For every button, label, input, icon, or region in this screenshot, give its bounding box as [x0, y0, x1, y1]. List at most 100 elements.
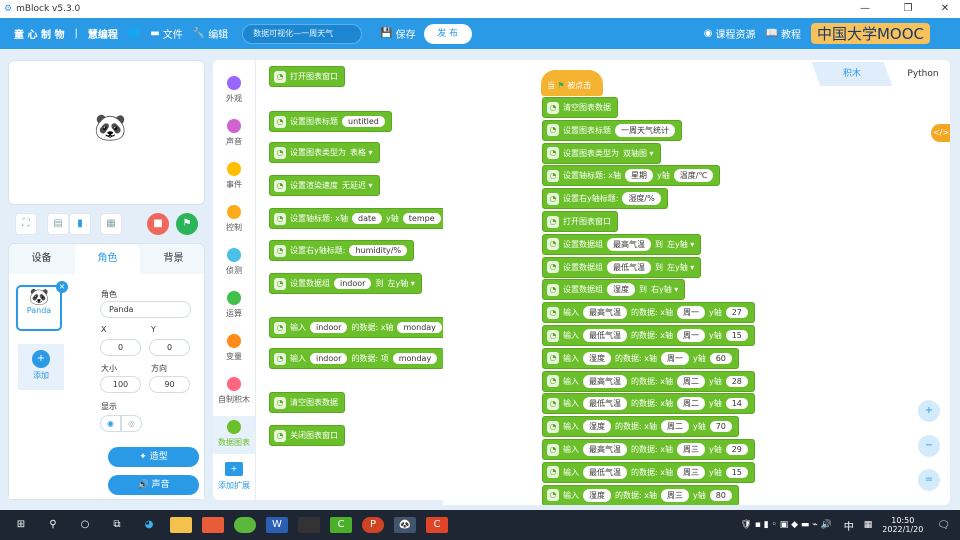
- block-input[interactable]: 湿度: [583, 420, 611, 434]
- block-input[interactable]: humidity/%: [349, 245, 408, 256]
- block-input[interactable]: 15: [725, 466, 748, 478]
- delete-sprite-icon[interactable]: ×: [56, 281, 68, 293]
- code-block[interactable]: ◔ 设置数据组 最低气温到左y轴 ▾: [542, 256, 702, 278]
- cortana-icon[interactable]: ○: [74, 517, 96, 533]
- code-block[interactable]: ◔ 设置数据组 indoor 到左y轴 ▾: [269, 273, 422, 294]
- grid-icon[interactable]: ▦: [100, 213, 122, 235]
- hide-eye-icon[interactable]: ◎: [121, 415, 142, 432]
- tab-devices[interactable]: 设备: [9, 244, 74, 274]
- block-input[interactable]: 70: [709, 421, 732, 433]
- zoom-reset-button[interactable]: =: [918, 469, 940, 491]
- block-dropdown[interactable]: 表格 ▾: [350, 147, 373, 158]
- block-dropdown[interactable]: 双轴图 ▾: [623, 148, 654, 159]
- add-sprite-button[interactable]: + 添加: [18, 344, 64, 390]
- tray-icons[interactable]: 🛡 ▪ ▮ ◦ ▣ ◆ ▬ ⌁ 🔊: [741, 520, 832, 530]
- zoom-out-button[interactable]: −: [918, 435, 940, 457]
- word-icon[interactable]: W: [266, 517, 288, 533]
- save-button[interactable]: 💾 保存: [380, 26, 415, 41]
- code-block[interactable]: ◔ 输入 indoor 的数据: 项 monday: [269, 348, 443, 369]
- file-explorer-icon[interactable]: [170, 517, 192, 533]
- tab-sprites[interactable]: 角色: [75, 244, 140, 274]
- category-4[interactable]: 侦测: [213, 248, 255, 276]
- powerpoint-icon[interactable]: P: [362, 517, 384, 533]
- publish-button[interactable]: 发 布: [423, 23, 472, 44]
- block-input[interactable]: date: [351, 213, 383, 224]
- block-input[interactable]: 最低气温: [607, 260, 651, 274]
- add-extension-button[interactable]: + 添加扩展: [213, 462, 255, 491]
- code-block[interactable]: ◔ 输入 indoor 的数据: x轴 monday: [269, 317, 443, 338]
- show-eye-icon[interactable]: ◉: [100, 415, 121, 432]
- code-block[interactable]: ◔ 输入 湿度 的数据: x轴 周二 y轴 70: [542, 416, 739, 438]
- block-input[interactable]: indoor: [334, 278, 372, 289]
- tutorial-link[interactable]: 📖 教程: [766, 26, 801, 41]
- code-block[interactable]: ◔ 输入 最低气温 的数据: x轴 周三 y轴 15: [542, 461, 755, 483]
- code-block[interactable]: ◔ 设置图表类型为 表格 ▾: [269, 142, 380, 163]
- block-input[interactable]: tempe: [402, 213, 441, 224]
- code-block[interactable]: ◔ 输入 最高气温 的数据: x轴 周三 y轴 29: [542, 439, 755, 460]
- category-7[interactable]: 自制积木: [213, 377, 255, 405]
- code-block[interactable]: ◔ 设置图表标题 一周天气统计: [542, 119, 682, 141]
- task-view-icon[interactable]: ⧉: [106, 517, 128, 533]
- code-block[interactable]: ◔ 输入 最高气温 的数据: x轴 周一 y轴 27: [542, 302, 755, 324]
- code-block[interactable]: ◔ 设置渲染速度 无延迟 ▾: [269, 175, 380, 196]
- direction-input[interactable]: 90: [149, 376, 190, 393]
- block-input[interactable]: 湿度: [583, 488, 611, 502]
- block-input[interactable]: 周一: [676, 306, 705, 320]
- fullscreen-icon[interactable]: ⛶: [15, 213, 37, 235]
- code-block[interactable]: ◔ 输入 最高气温 的数据: x轴 周二 y轴 28: [542, 370, 755, 392]
- block-input[interactable]: 一周天气统计: [615, 123, 675, 137]
- when-flag-clicked-block[interactable]: 当 ⚑ 被点击: [541, 70, 603, 96]
- category-6[interactable]: 变量: [213, 334, 255, 362]
- camtasia-red-icon[interactable]: C: [426, 517, 448, 533]
- y-input[interactable]: 0: [149, 339, 190, 356]
- block-input[interactable]: 最低气温: [583, 465, 627, 479]
- category-1[interactable]: 声音: [213, 119, 255, 147]
- block-input[interactable]: 80: [709, 489, 732, 501]
- block-dropdown[interactable]: 左y轴 ▾: [667, 262, 694, 273]
- mblock-icon[interactable]: 🐼: [394, 517, 416, 533]
- block-input[interactable]: 湿度/%: [622, 192, 661, 206]
- code-block[interactable]: ◔ 打开图表窗口: [269, 66, 345, 87]
- tab-blocks[interactable]: 积木: [811, 62, 893, 86]
- code-block[interactable]: ◔ 设置数据组 湿度到右y轴 ▾: [542, 279, 686, 301]
- edge-icon[interactable]: ◕: [138, 517, 160, 533]
- block-input[interactable]: 27: [725, 307, 748, 319]
- start-icon[interactable]: ⊞: [10, 517, 32, 533]
- block-input[interactable]: 周三: [676, 443, 705, 456]
- block-input[interactable]: 最高气温: [583, 374, 627, 388]
- minimize-button[interactable]: —: [850, 0, 880, 18]
- notification-icon[interactable]: 🗨: [937, 520, 950, 531]
- camtasia-green-icon[interactable]: C: [330, 517, 352, 533]
- keyboard-icon[interactable]: ▦: [864, 520, 873, 530]
- block-dropdown[interactable]: 左y轴 ▾: [667, 239, 694, 250]
- file-menu[interactable]: ▬ 文件: [150, 26, 182, 41]
- store-icon[interactable]: [202, 517, 224, 533]
- block-input[interactable]: 最高气温: [583, 443, 627, 456]
- edit-menu[interactable]: 🔧 编辑: [193, 26, 228, 41]
- block-input[interactable]: 28: [725, 375, 748, 387]
- ime-indicator[interactable]: 中: [844, 518, 854, 533]
- block-input[interactable]: 星期: [624, 169, 653, 183]
- block-input[interactable]: 周二: [660, 420, 689, 434]
- script-area[interactable]: 积木 Python </> 当 ⚑ 被点击 + − = ◔ 清空图表数据 ◔ 设置图表…: [443, 60, 950, 505]
- zoom-in-button[interactable]: +: [918, 400, 940, 422]
- code-block[interactable]: ◔ 设置图表标题 untitled: [269, 111, 392, 132]
- block-input[interactable]: monday: [392, 353, 438, 364]
- large-stage-icon[interactable]: ▮: [69, 213, 91, 235]
- block-input[interactable]: 最低气温: [583, 397, 627, 411]
- block-input[interactable]: 周三: [660, 488, 689, 502]
- block-input[interactable]: 60: [709, 352, 732, 364]
- category-2[interactable]: 事件: [213, 162, 255, 190]
- code-block[interactable]: ◔ 输入 最低气温 的数据: x轴 周一 y轴 15: [542, 325, 755, 346]
- block-input[interactable]: 14: [725, 398, 748, 410]
- block-input[interactable]: 29: [725, 444, 748, 455]
- x-input[interactable]: 0: [100, 339, 141, 356]
- courses-link[interactable]: ◉ 课程资源: [704, 26, 756, 41]
- category-0[interactable]: 外观: [213, 76, 255, 104]
- block-input[interactable]: indoor: [310, 322, 348, 333]
- code-block[interactable]: ◔ 设置右y轴标题: 湿度/%: [542, 188, 668, 210]
- code-block[interactable]: ◔ 清空图表数据: [542, 97, 618, 118]
- code-block[interactable]: ◔ 输入 湿度 的数据: x轴 周一 y轴 60: [542, 347, 739, 369]
- block-input[interactable]: 湿度: [607, 283, 635, 297]
- wechat-icon[interactable]: [234, 517, 256, 533]
